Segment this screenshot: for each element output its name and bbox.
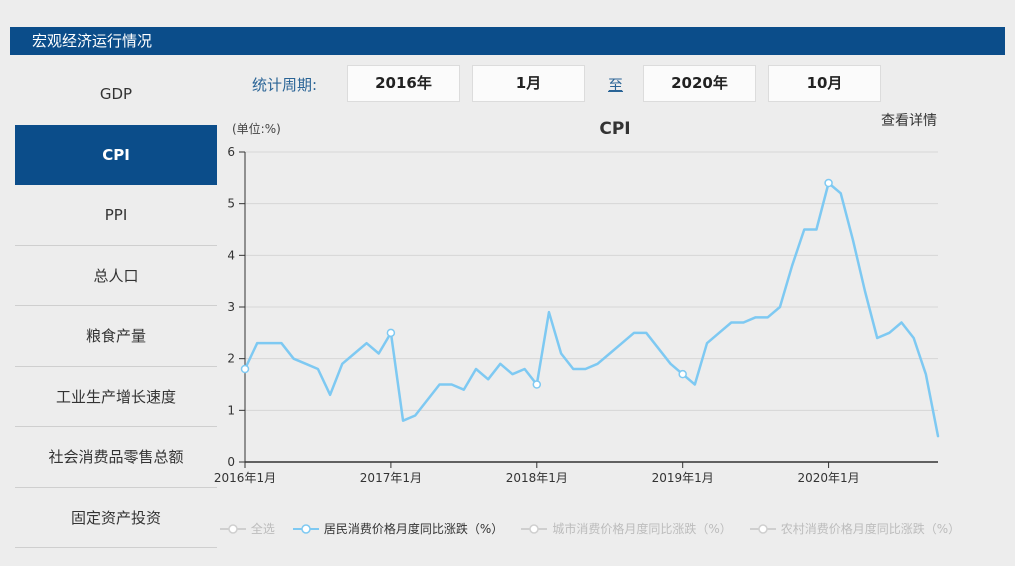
legend-line-marker-icon: [219, 523, 246, 534]
page: 宏观经济运行情况 GDP CPI PPI 总人口 粮食产量 工业生产增长速度 社会消费品零售…: [0, 0, 1015, 566]
legend-label: 农村消费价格月度同比涨跌（%）: [780, 522, 961, 536]
start-month-select[interactable]: 1月: [472, 65, 585, 102]
chart-legend: 全选 居民消费价格月度同比涨跌（%） 城市消费价格月度同比涨跌（%） 农村消费价格月度…: [219, 520, 960, 537]
start-year-select[interactable]: 2016年: [347, 65, 460, 102]
svg-text:0: 0: [227, 455, 235, 469]
legend-line-marker-icon: [521, 523, 548, 534]
sidebar: GDP CPI PPI 总人口 粮食产量 工业生产增长速度 社会消费品零售总额 固定资产投资: [15, 64, 217, 548]
legend-line-marker-icon: [749, 523, 776, 534]
legend-item-select-all[interactable]: 全选: [219, 520, 275, 537]
end-month-value: 10月: [806, 74, 843, 92]
page-title: 宏观经济运行情况: [32, 32, 153, 50]
start-year-value: 2016年: [375, 74, 432, 92]
legend-item-rural-cpi[interactable]: 农村消费价格月度同比涨跌（%）: [749, 520, 961, 537]
sidebar-item-industrial-growth[interactable]: 工业生产增长速度: [15, 367, 217, 427]
svg-text:1: 1: [227, 403, 235, 417]
legend-item-urban-cpi[interactable]: 城市消费价格月度同比涨跌（%）: [521, 520, 732, 537]
cpi-line-chart: 0 1 2 3 4 5 6 2016年1月 2017年1月 2018年1月 2019年1月 2020年…: [214, 147, 940, 485]
legend-label: 全选: [250, 522, 275, 536]
svg-text:2018年1月: 2018年1月: [506, 471, 568, 485]
svg-text:2020年1月: 2020年1月: [797, 471, 859, 485]
svg-text:4: 4: [227, 248, 235, 262]
sidebar-item-retail-sales[interactable]: 社会消费品零售总额: [15, 427, 217, 488]
svg-text:2017年1月: 2017年1月: [360, 471, 422, 485]
start-month-value: 1月: [515, 74, 542, 92]
end-year-select[interactable]: 2020年: [643, 65, 756, 102]
sidebar-item-gdp[interactable]: GDP: [15, 64, 217, 125]
sidebar-list: GDP CPI PPI 总人口 粮食产量 工业生产增长速度 社会消费品零售总额 固定资产投资: [15, 64, 217, 548]
sidebar-item-fixed-investment[interactable]: 固定资产投资: [15, 488, 217, 548]
legend-label: 城市消费价格月度同比涨跌（%）: [552, 522, 732, 536]
svg-text:2: 2: [227, 352, 235, 366]
period-to-label: 至: [608, 76, 624, 94]
period-label: 统计周期:: [252, 76, 318, 94]
sidebar-item-cpi[interactable]: CPI: [15, 124, 217, 185]
end-month-select[interactable]: 10月: [768, 65, 881, 102]
section-header: 宏观经济运行情况: [10, 27, 1005, 55]
svg-text:6: 6: [227, 147, 235, 159]
chart-title: CPI: [599, 119, 631, 139]
sidebar-item-total-population[interactable]: 总人口: [15, 246, 217, 306]
legend-item-resident-cpi[interactable]: 居民消费价格月度同比涨跌（%）: [292, 520, 504, 537]
sidebar-item-ppi[interactable]: PPI: [15, 185, 217, 246]
legend-line-marker-icon: [292, 523, 319, 534]
svg-text:2016年1月: 2016年1月: [214, 471, 276, 485]
svg-text:5: 5: [227, 197, 235, 211]
svg-text:3: 3: [227, 300, 235, 314]
legend-label: 居民消费价格月度同比涨跌（%）: [323, 522, 504, 536]
svg-text:2019年1月: 2019年1月: [652, 471, 714, 485]
sidebar-item-grain-output[interactable]: 粮食产量: [15, 306, 217, 367]
end-year-value: 2020年: [671, 74, 728, 92]
